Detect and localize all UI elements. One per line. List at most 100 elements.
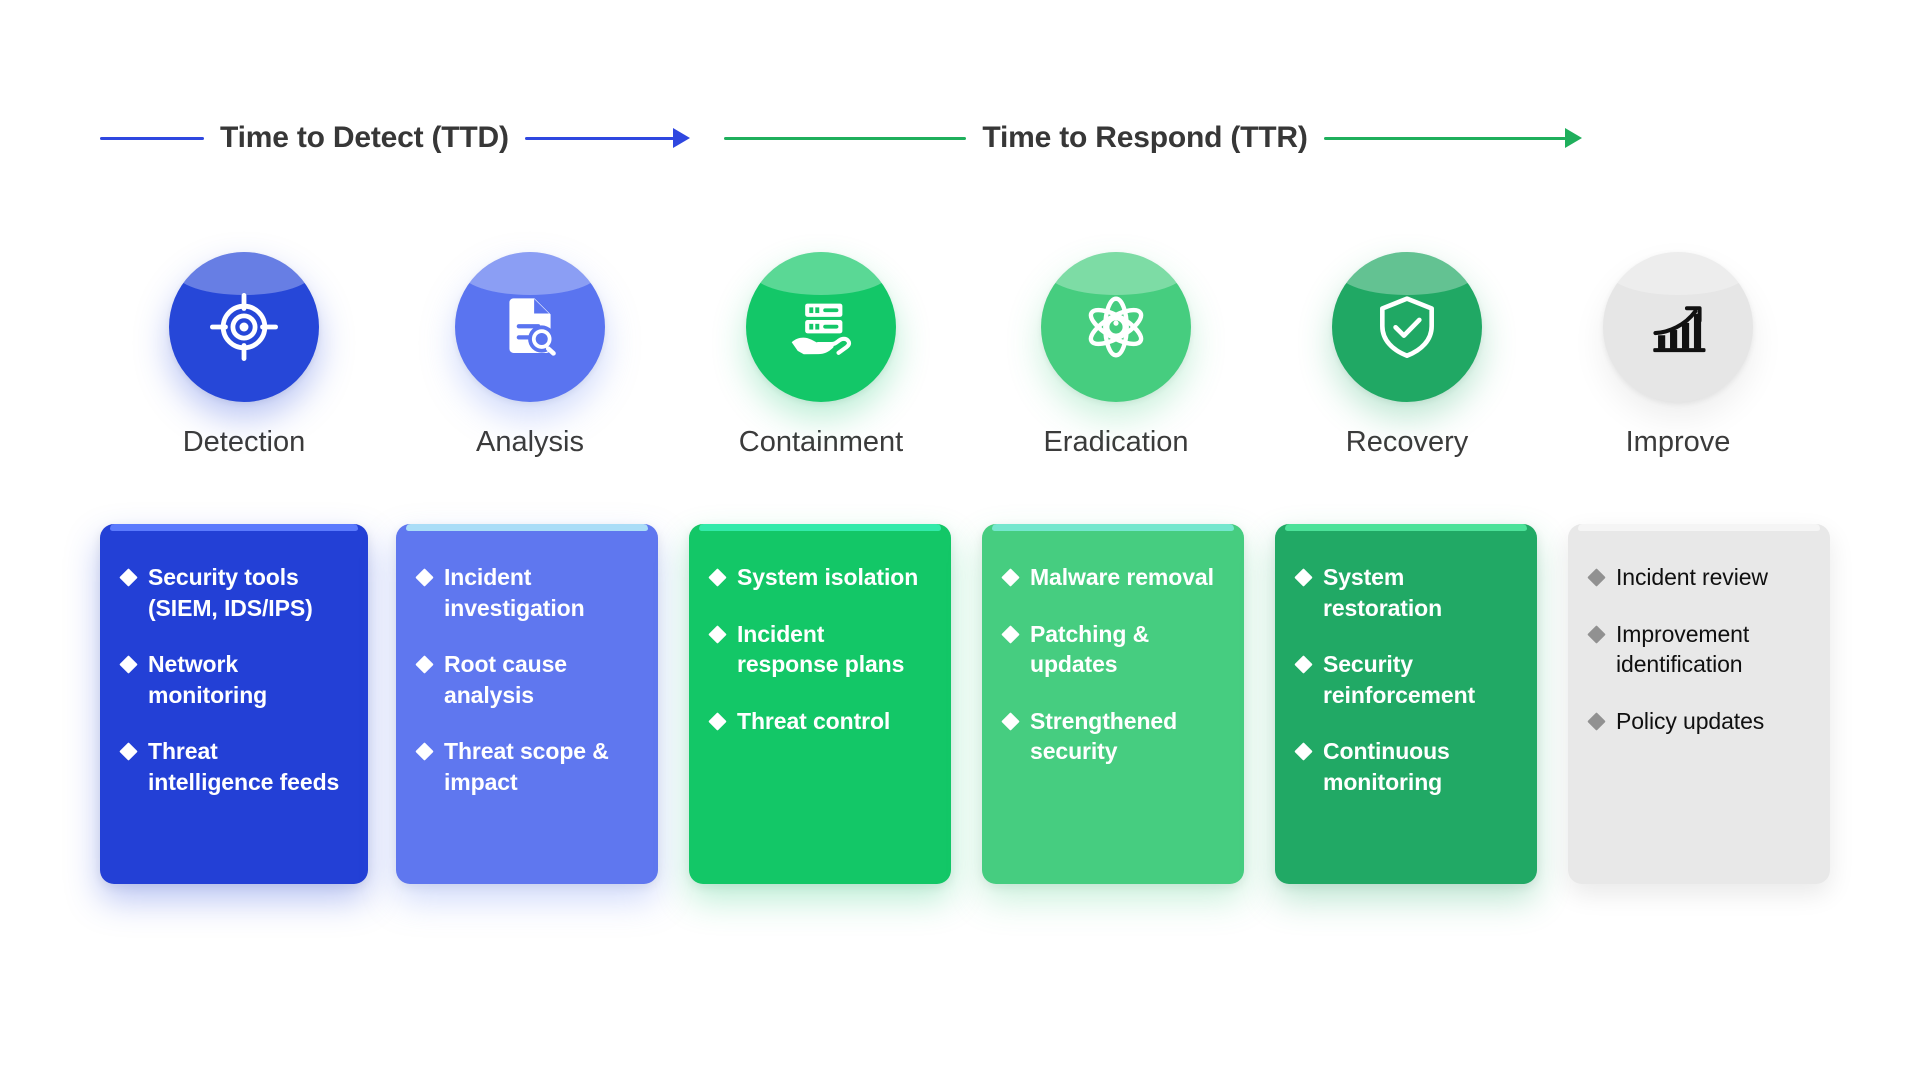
list-item: Continuous monitoring [1294,736,1511,797]
list-item: Threat intelligence feeds [119,736,342,797]
list-item: Threat scope & impact [415,736,632,797]
stage-icon-circle-containment [746,252,896,402]
diamond-bullet-icon [1587,568,1606,587]
diamond-bullet-icon [1001,568,1020,587]
diamond-bullet-icon [1294,568,1313,587]
diamond-bullet-icon [1587,712,1606,731]
diamond-bullet-icon [415,568,434,587]
bullet-text: Incident review [1616,564,1768,590]
stage-recovery[interactable]: Recovery [1332,252,1482,459]
list-item: Malware removal [1001,562,1218,593]
list-item: Root cause analysis [415,649,632,710]
list-item: Network monitoring [119,649,342,710]
stage-row: Detection Analysis Containment Eradicati… [100,252,1845,459]
bullet-text: Root cause analysis [444,651,567,708]
bullet-list-analysis: Incident investigation Root cause analysi… [415,562,632,797]
bullet-text: System isolation [737,564,919,590]
stage-label-eradication: Eradication [1043,426,1189,458]
detail-card-recovery[interactable]: System restoration Security reinforcement… [1275,524,1537,884]
list-item: Patching & updates [1001,619,1218,680]
ttd-arrow-head [673,128,690,148]
card-top-rim [406,524,648,531]
diamond-bullet-icon [119,742,138,762]
detail-card-analysis[interactable]: Incident investigation Root cause analysi… [396,524,658,884]
stage-containment[interactable]: Containment [739,252,903,459]
stage-analysis[interactable]: Analysis [455,252,605,459]
bullet-text: Patching & updates [1030,620,1150,678]
diamond-bullet-icon [119,568,138,587]
bullet-text: Continuous monitoring [1323,738,1450,795]
bullet-list-improve: Incident review Improvement identificatio… [1587,562,1804,736]
detail-card-improve[interactable]: Incident review Improvement identificatio… [1568,524,1830,884]
card-top-rim [992,524,1234,531]
diamond-bullet-icon [708,568,727,587]
ttr-label: Time to Respond (TTR) [982,121,1308,154]
stage-improve[interactable]: Improve [1603,252,1753,459]
bullet-text: Security reinforcement [1323,651,1476,708]
detail-card-detection[interactable]: Security tools (SIEM, IDS/IPS) Network mo… [100,524,368,884]
crosshair-target-icon [169,252,319,402]
bullet-text: Policy updates [1616,707,1765,734]
stage-eradication[interactable]: Eradication [1041,252,1191,459]
stage-label-recovery: Recovery [1345,426,1469,458]
detail-card-eradication[interactable]: Malware removal Patching & updates Strengt… [982,524,1244,884]
list-item: Improvement identification [1587,619,1804,680]
card-top-rim [1285,524,1527,531]
bullet-text: Malware removal [1030,564,1214,590]
diamond-bullet-icon [415,655,434,674]
diamond-bullet-icon [708,712,727,731]
bullet-text: Strengthened security [1030,707,1178,765]
stage-label-improve: Improve [1625,426,1731,458]
list-item: Threat control [708,706,925,737]
bullet-text: Network monitoring [148,651,268,708]
list-item: Incident response plans [708,619,925,680]
bullet-text: Incident response plans [737,620,905,678]
list-item: Security reinforcement [1294,649,1511,710]
bullet-text: Threat control [737,707,891,734]
stage-icon-circle-detection [169,252,319,402]
card-top-rim [110,524,358,531]
bullet-text: System restoration [1323,564,1443,621]
stage-icon-circle-improve [1603,252,1753,402]
diamond-bullet-icon [1294,655,1313,674]
phase-band-ttr: Time to Respond (TTR) [724,118,1583,158]
stage-icon-circle-analysis [455,252,605,402]
bullet-list-eradication: Malware removal Patching & updates Strengt… [1001,562,1218,767]
atom-icon [1041,252,1191,402]
ttd-rule-left [100,136,204,140]
ttd-rule-right [524,136,674,140]
bullet-text: Incident investigation [444,564,585,621]
stage-icon-circle-eradication [1041,252,1191,402]
stage-icon-circle-recovery [1332,252,1482,402]
list-item: Incident investigation [415,562,632,623]
diamond-bullet-icon [1587,624,1606,644]
diamond-bullet-icon [708,624,727,644]
bullet-text: Threat intelligence feeds [148,738,340,795]
diamond-bullet-icon [1001,624,1020,644]
diamond-bullet-icon [1294,742,1313,762]
document-search-icon [455,252,605,402]
phase-band-ttd: Time to Detect (TTD) [100,118,690,158]
bullet-text: Improvement identification [1616,620,1750,678]
list-item: Security tools (SIEM, IDS/IPS) [119,562,342,623]
stage-label-containment: Containment [738,426,904,458]
stage-label-analysis: Analysis [476,426,584,458]
ttr-arrow-head [1565,128,1583,148]
bullet-list-detection: Security tools (SIEM, IDS/IPS) Network mo… [119,562,342,797]
list-item: Strengthened security [1001,706,1218,767]
stage-label-detection: Detection [182,426,306,458]
detail-card-containment[interactable]: System isolation Incident response plans T… [689,524,951,884]
hand-server-icon [746,252,896,402]
shield-check-icon [1332,252,1482,402]
bullet-text: Threat scope & impact [444,738,609,795]
growth-chart-icon [1603,252,1753,402]
bullet-text: Security tools (SIEM, IDS/IPS) [148,564,313,621]
list-item: Incident review [1587,562,1804,593]
ttr-rule-right [1323,136,1567,140]
diamond-bullet-icon [415,742,434,762]
card-top-rim [1578,524,1820,531]
card-row: Security tools (SIEM, IDS/IPS) Network mo… [100,524,1845,884]
stage-detection[interactable]: Detection [169,252,319,459]
diamond-bullet-icon [1001,712,1020,731]
bullet-list-recovery: System restoration Security reinforcement… [1294,562,1511,797]
